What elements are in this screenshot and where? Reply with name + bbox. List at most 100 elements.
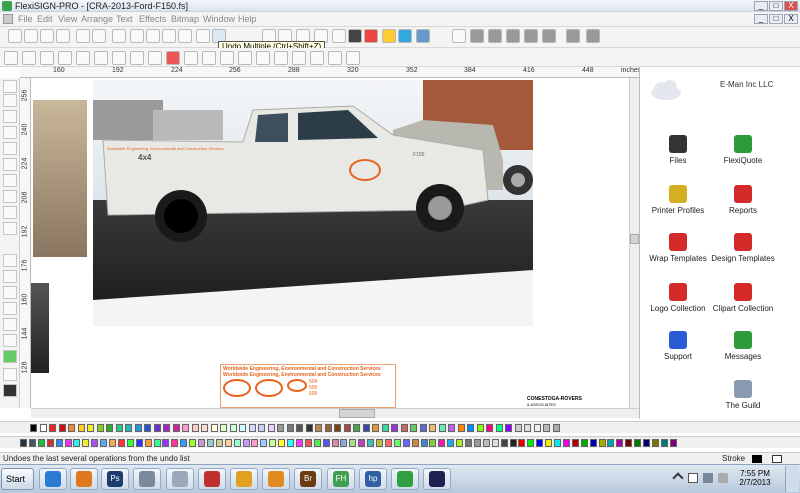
color-swatch[interactable] (322, 439, 330, 447)
color-swatch[interactable] (304, 439, 312, 447)
color-swatch[interactable] (343, 424, 351, 432)
color-swatch[interactable] (476, 424, 484, 432)
color-swatch[interactable] (201, 424, 208, 432)
color-swatch[interactable] (411, 439, 419, 447)
color-swatch[interactable] (171, 439, 179, 447)
star-app-taskbar-button[interactable] (423, 468, 451, 490)
color-swatch[interactable] (372, 424, 379, 432)
color-swatch[interactable] (126, 439, 134, 447)
color-swatch[interactable] (607, 439, 615, 447)
flexi-tool-taskbar-button[interactable] (133, 468, 161, 490)
photoshop-taskbar-button[interactable]: Ps (101, 468, 129, 490)
color-swatch[interactable] (349, 439, 357, 447)
arrange-front-icon[interactable] (524, 29, 538, 43)
send-to-printer-icon[interactable] (92, 29, 106, 43)
color-swatch[interactable] (527, 439, 535, 447)
color-swatch[interactable] (467, 424, 474, 432)
color-swatch[interactable] (305, 424, 313, 432)
color-swatch[interactable] (381, 424, 389, 432)
color-swatch[interactable] (106, 424, 113, 432)
fill-swatch[interactable] (772, 455, 782, 463)
media-player-taskbar-button[interactable] (70, 468, 98, 490)
hp-taskbar-button[interactable]: hp (359, 468, 387, 490)
arch-tool-icon[interactable] (130, 51, 144, 65)
system-clock[interactable]: 7:55 PM 2/7/2013 (735, 469, 775, 487)
color-swatch[interactable] (64, 439, 72, 447)
color-swatch[interactable] (260, 439, 268, 447)
open-icon[interactable] (24, 29, 38, 43)
color-swatch[interactable] (533, 424, 541, 432)
color-swatch[interactable] (58, 424, 66, 432)
effect-6-icon[interactable] (346, 51, 360, 65)
color-swatch[interactable] (109, 439, 116, 447)
start-button[interactable]: Start (1, 468, 34, 490)
flexi-production-taskbar-button[interactable] (262, 468, 290, 490)
trace-tool-icon[interactable] (3, 158, 17, 171)
fill-icon[interactable] (382, 29, 396, 43)
decal-logo-2[interactable] (255, 379, 283, 397)
color-swatch[interactable] (491, 439, 499, 447)
show-desktop-button[interactable] (785, 466, 799, 492)
menu-bitmap[interactable]: Bitmap (171, 14, 199, 24)
color-swatch[interactable] (457, 424, 465, 432)
color-swatch[interactable] (625, 439, 633, 447)
color-swatch[interactable] (543, 424, 550, 432)
color-swatch[interactable] (598, 439, 606, 447)
color-swatch[interactable] (465, 439, 472, 447)
zoom-fit-icon[interactable] (3, 302, 17, 315)
panel-item-the-guild[interactable]: The Guild (708, 380, 778, 411)
color-swatch[interactable] (295, 439, 303, 447)
star-tool-icon[interactable] (220, 51, 234, 65)
align-right-icon[interactable] (488, 29, 502, 43)
color-swatch[interactable] (634, 439, 642, 447)
color-swatch[interactable] (315, 424, 322, 432)
color-swatch[interactable] (224, 439, 232, 447)
decal-logo-1[interactable] (223, 379, 251, 397)
circle-tool-icon[interactable] (148, 51, 162, 65)
shape-box-tool-icon[interactable] (3, 190, 17, 203)
color-swatch[interactable] (100, 439, 108, 447)
zoom-all-icon[interactable] (3, 350, 17, 363)
color-swatch[interactable] (524, 424, 531, 432)
color-swatch[interactable] (429, 424, 436, 432)
color-swatch[interactable] (206, 439, 214, 447)
color-swatch[interactable] (68, 424, 75, 432)
calculator-taskbar-button[interactable] (166, 468, 194, 490)
color-swatch[interactable] (500, 439, 508, 447)
color-swatch[interactable] (419, 424, 427, 432)
color-swatch[interactable] (400, 424, 408, 432)
color-swatch[interactable] (358, 439, 366, 447)
color-swatch[interactable] (172, 424, 180, 432)
doc-restore-button[interactable]: □ (769, 14, 783, 24)
menu-help[interactable]: Help (238, 14, 257, 24)
show-hidden-icons[interactable] (672, 472, 684, 484)
panel-item-reports[interactable]: Reports (708, 185, 778, 216)
color-swatch[interactable] (562, 439, 570, 447)
color-swatch[interactable] (438, 424, 446, 432)
color-swatch[interactable] (278, 439, 286, 447)
horizontal-scroll-thumb[interactable] (339, 409, 375, 418)
color-swatch[interactable] (96, 424, 104, 432)
color-swatch[interactable] (482, 439, 490, 447)
arc-tool-icon[interactable] (40, 51, 54, 65)
fill-tool-icon[interactable] (3, 174, 17, 187)
color-swatch[interactable] (324, 424, 332, 432)
color-swatch[interactable] (269, 439, 277, 447)
color-swatch[interactable] (362, 424, 370, 432)
trim-icon[interactable] (130, 29, 144, 43)
cutter-icon[interactable] (112, 29, 126, 43)
angle-tool-icon[interactable] (112, 51, 126, 65)
vertical-scrollbar[interactable] (629, 78, 639, 408)
color-swatch[interactable] (251, 439, 259, 447)
color-swatch[interactable] (215, 439, 223, 447)
color-swatch[interactable] (331, 439, 339, 447)
bezier-tool-icon[interactable] (4, 51, 18, 65)
network-icon[interactable] (703, 473, 713, 483)
panel-item-printer-profiles[interactable]: Printer Profiles (643, 185, 713, 216)
maximize-button[interactable]: □ (769, 1, 783, 11)
flexi-fh-taskbar-button[interactable]: FH (327, 468, 355, 490)
text-tool-icon[interactable] (3, 94, 17, 107)
menu-view[interactable]: View (58, 14, 77, 24)
zoom-in-icon[interactable] (3, 270, 17, 283)
line-tool-icon[interactable] (22, 51, 36, 65)
